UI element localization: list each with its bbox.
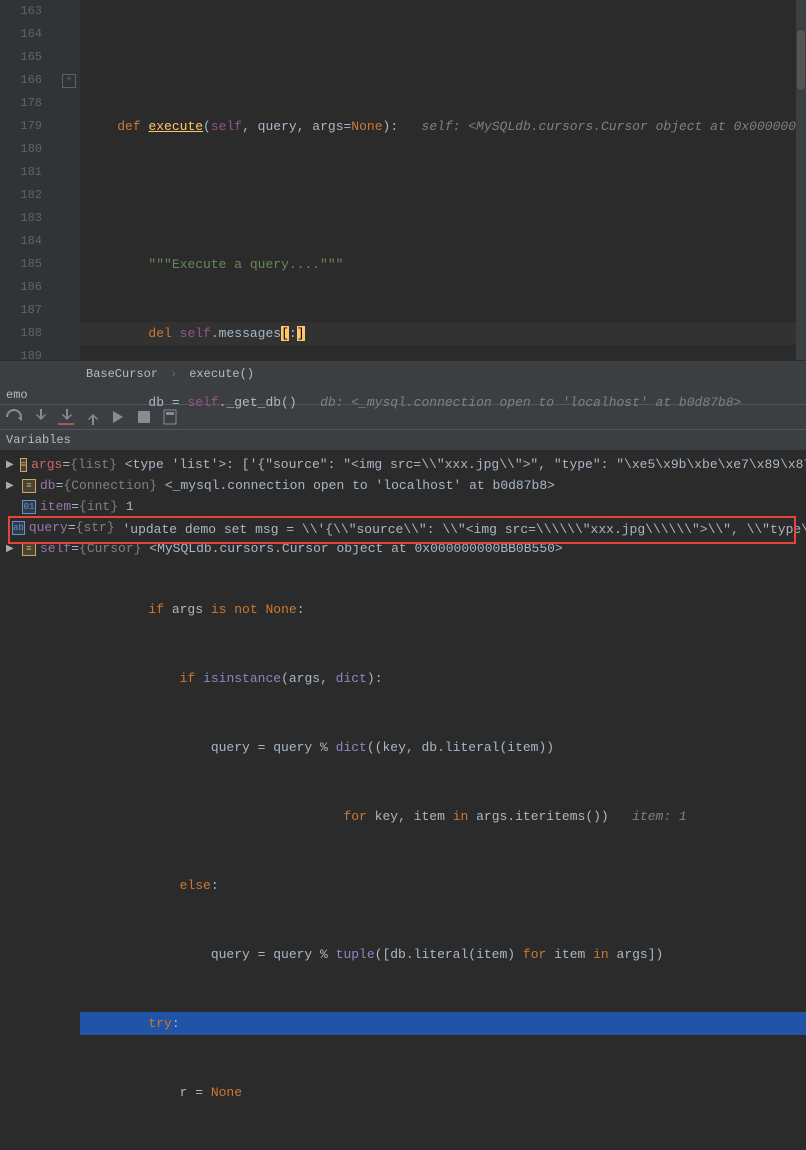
line-num[interactable]: 186 [0, 276, 42, 299]
variable-row[interactable]: ▶ ≡ args = {list} <type 'list'>: ['{"sou… [0, 454, 806, 475]
line-num[interactable]: 165 [0, 46, 42, 69]
vertical-scrollbar[interactable] [796, 0, 806, 360]
line-num[interactable]: 178 [0, 92, 42, 115]
line-num[interactable]: 163 [0, 0, 42, 23]
var-type: {Cursor} [79, 541, 141, 556]
code-editor[interactable]: 163 164 165 166 178 179 180 181 182 183 … [0, 0, 806, 360]
line-num[interactable]: 166 [0, 69, 42, 92]
line-num[interactable]: 181 [0, 161, 42, 184]
line-num[interactable]: 179 [0, 115, 42, 138]
force-step-into-icon[interactable] [58, 409, 74, 425]
step-over-icon[interactable] [6, 409, 22, 425]
line-num[interactable]: 184 [0, 230, 42, 253]
var-name: args [31, 457, 62, 472]
line-num[interactable]: 182 [0, 184, 42, 207]
code-line[interactable]: if isinstance(args, dict): [80, 667, 806, 690]
code-line[interactable]: if args is not None: [80, 598, 806, 621]
var-value: <MySQLdb.cursors.Cursor object at 0x0000… [149, 541, 562, 556]
code-line[interactable]: """Execute a query....""" [80, 253, 806, 276]
var-name: item [40, 499, 71, 514]
variable-row[interactable]: ▶ ≡ self = {Cursor} <MySQLdb.cursors.Cur… [0, 538, 806, 559]
code-line[interactable]: query = query % dict((key, db.literal(it… [80, 736, 806, 759]
list-var-icon: ≡ [22, 542, 36, 556]
line-num[interactable]: 187 [0, 299, 42, 322]
code-body[interactable]: def execute(self, query, args=None): sel… [80, 0, 806, 360]
var-value: 'update demo set msg = \\'{\\"source\\":… [122, 518, 806, 537]
var-type: {int} [79, 499, 118, 514]
scroll-thumb[interactable] [797, 30, 805, 90]
run-to-cursor-icon[interactable] [110, 409, 126, 425]
code-line[interactable]: def execute(self, query, args=None): sel… [80, 115, 806, 138]
variable-row-highlighted[interactable]: ab query = {str} 'update demo set msg = … [0, 517, 806, 538]
expand-icon[interactable]: ▶ [6, 543, 16, 555]
expand-icon[interactable]: + [62, 74, 76, 88]
var-value: <_mysql.connection open to 'localhost' a… [165, 478, 555, 493]
line-num-current[interactable]: 188 [0, 322, 42, 345]
var-name: db [40, 478, 56, 493]
step-into-icon[interactable] [32, 409, 48, 425]
expand-icon[interactable]: ▶ [6, 459, 14, 471]
code-line[interactable]: del self.messages[:] [80, 322, 806, 345]
code-line-execution[interactable]: try: [80, 1012, 806, 1035]
line-gutter[interactable]: 163 164 165 166 178 179 180 181 182 183 … [0, 0, 60, 360]
code-line[interactable]: db = self._get_db() db: <_mysql.connecti… [80, 391, 806, 414]
line-num[interactable]: 180 [0, 138, 42, 161]
var-name: query [29, 520, 68, 535]
var-type: {list} [70, 457, 117, 472]
variable-row[interactable]: ▶ ≡ db = {Connection} <_mysql.connection… [0, 475, 806, 496]
var-type: {str} [76, 520, 115, 535]
code-line[interactable]: r = None [80, 1081, 806, 1104]
str-var-icon: ab [12, 521, 25, 535]
line-num[interactable]: 185 [0, 253, 42, 276]
line-num[interactable]: 164 [0, 23, 42, 46]
step-out-icon[interactable] [84, 409, 100, 425]
code-line[interactable] [80, 46, 806, 69]
code-line[interactable]: else: [80, 874, 806, 897]
variable-row[interactable]: 01 item = {int} 1 [0, 496, 806, 517]
int-var-icon: 01 [22, 500, 36, 514]
variables-panel: ▶ ≡ args = {list} <type 'list'>: ['{"sou… [0, 450, 806, 563]
code-line[interactable]: query = query % tuple([db.literal(item) … [80, 943, 806, 966]
line-num[interactable]: 183 [0, 207, 42, 230]
fold-column[interactable]: + [60, 0, 80, 360]
line-num[interactable]: 189 [0, 345, 42, 368]
var-value: 1 [126, 499, 134, 514]
expand-icon[interactable]: ▶ [6, 480, 16, 492]
code-line[interactable] [80, 184, 806, 207]
var-name: self [40, 541, 71, 556]
code-line[interactable]: for key, item in args.iteritems()) item:… [80, 805, 806, 828]
calculator-icon[interactable] [162, 409, 178, 425]
list-var-icon: ≡ [20, 458, 27, 472]
var-type: {Connection} [63, 478, 157, 493]
var-value: <type 'list'>: ['{"source": "<img src=\\… [125, 457, 806, 472]
list-var-icon: ≡ [22, 479, 36, 493]
evaluate-icon[interactable] [136, 409, 152, 425]
